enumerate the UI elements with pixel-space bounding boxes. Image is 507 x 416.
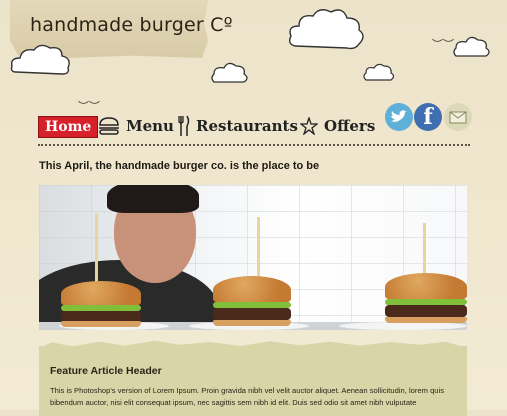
burger-image	[61, 281, 141, 327]
burger-icon	[99, 117, 119, 135]
feature-title: Feature Article Header	[50, 365, 162, 377]
cutlery-icon	[178, 115, 190, 136]
brand-logo[interactable]: handmade burger Cº	[30, 14, 233, 36]
page-tagline: This April, the handmade burger co. is t…	[39, 160, 320, 172]
star-icon	[300, 117, 318, 135]
nav-restaurants[interactable]: Restaurants	[178, 113, 298, 139]
nav-offers[interactable]: Offers	[300, 113, 375, 139]
hero-image	[39, 185, 467, 330]
nav-restaurants-label: Restaurants	[196, 117, 298, 135]
feature-body: This is Photoshop's version of Lorem Ips…	[50, 386, 444, 407]
cloud-icon	[363, 63, 395, 81]
cloud-icon	[453, 36, 490, 57]
nav-offers-label: Offers	[324, 117, 376, 135]
nav-home[interactable]: Home	[38, 116, 99, 138]
cloud-icon	[288, 9, 364, 50]
burger-image	[213, 276, 291, 326]
email-icon	[449, 111, 467, 123]
nav-menu[interactable]: Menu	[98, 113, 174, 139]
nav-menu-label: Menu	[126, 117, 174, 135]
bird-icon: ︶︶	[78, 101, 100, 113]
facebook-button[interactable]: f	[414, 103, 442, 131]
bird-icon: ︶︶	[432, 39, 454, 51]
cloud-icon	[10, 44, 70, 75]
burger-image	[385, 273, 467, 323]
cloud-icon	[211, 62, 248, 83]
twitter-icon	[391, 110, 407, 122]
email-button[interactable]	[444, 103, 472, 131]
twitter-button[interactable]	[385, 103, 413, 131]
facebook-icon: f	[423, 104, 433, 130]
divider	[38, 144, 470, 146]
